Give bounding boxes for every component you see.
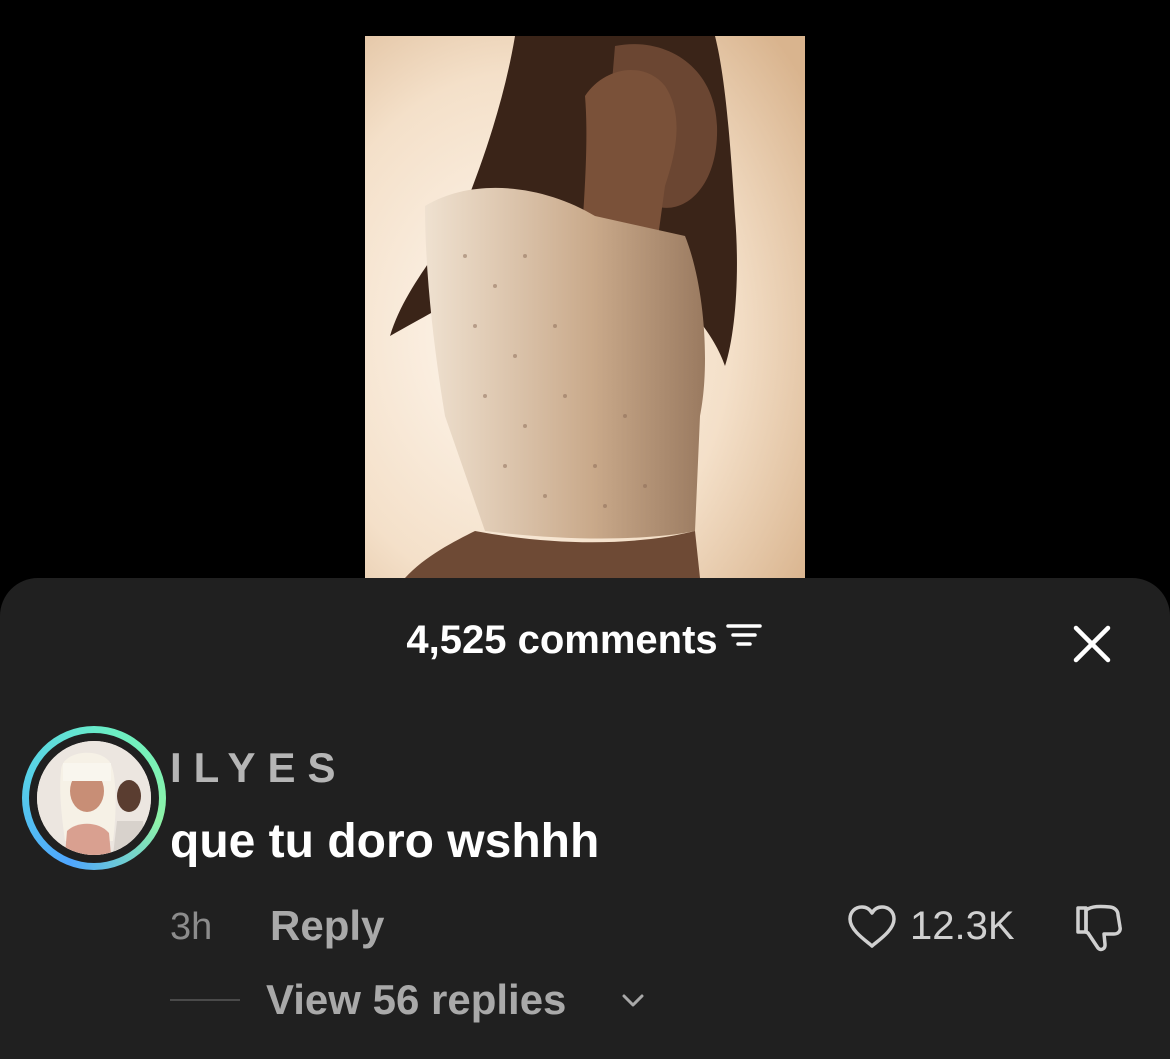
view-replies-label: View 56 replies xyxy=(266,976,567,1023)
video-player[interactable] xyxy=(0,0,1170,600)
comments-header: 4,525 comments xyxy=(0,608,1170,668)
thumbs-down-icon xyxy=(1076,904,1122,952)
like-count: 12.3K xyxy=(910,904,1015,948)
dislike-button[interactable] xyxy=(1070,900,1126,956)
comments-sheet: 4,525 comments ILYES que tu doro wshhh 3… xyxy=(0,578,1170,1059)
comment-timestamp: 3h xyxy=(170,906,213,948)
avatar[interactable] xyxy=(22,726,166,870)
video-thumbnail[interactable] xyxy=(365,36,805,578)
video-silhouette-image xyxy=(365,36,805,578)
reply-button[interactable]: Reply xyxy=(270,902,384,950)
comment-username[interactable]: ILYES xyxy=(170,744,348,792)
comments-title: 4,525 comments xyxy=(0,616,1170,664)
avatar-ring-gap xyxy=(29,733,159,863)
chevron-down-icon xyxy=(622,994,644,1007)
heart-outline-icon xyxy=(848,905,896,948)
replies-divider-line xyxy=(170,999,240,1001)
sort-filter-icon[interactable] xyxy=(724,615,764,663)
close-icon xyxy=(1073,625,1111,663)
close-button[interactable] xyxy=(1066,618,1118,670)
comment-text: que tu doro wshhh xyxy=(170,815,600,868)
comments-count: 4,525 comments xyxy=(406,618,718,662)
avatar-photo xyxy=(37,741,151,855)
comment-item: ILYES que tu doro wshhh 3h Reply 12.3K V… xyxy=(0,726,1170,1046)
